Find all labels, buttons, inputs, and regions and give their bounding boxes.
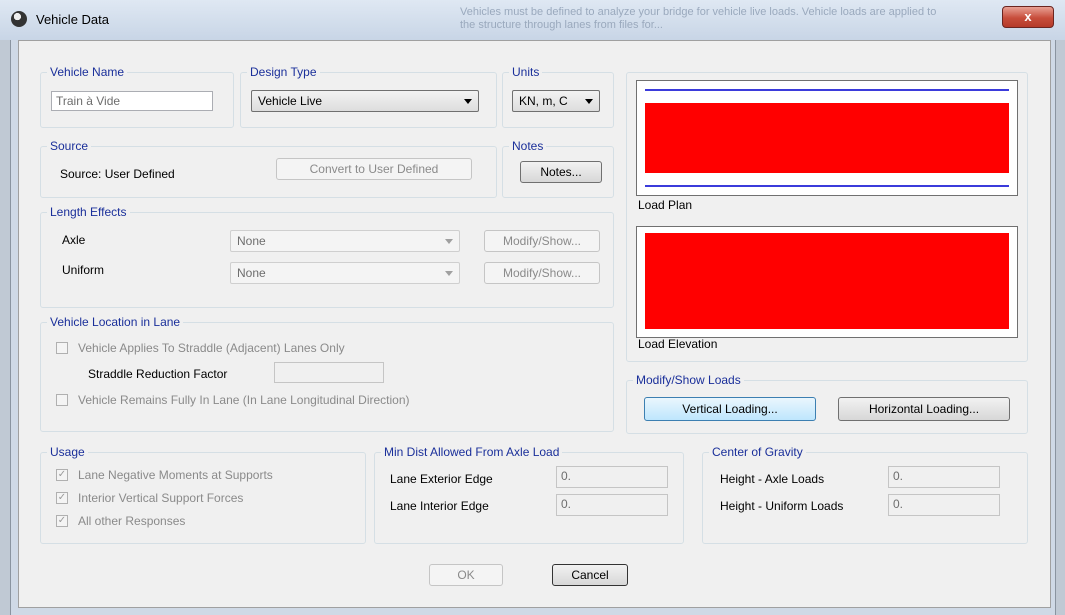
usage-label-1: Lane Negative Moments at Supports <box>78 468 273 482</box>
lane-line-bottom <box>645 185 1009 187</box>
load-plan-label: Load Plan <box>638 198 693 212</box>
close-button[interactable]: x <box>1002 6 1054 28</box>
straddle-checkbox-label: Vehicle Applies To Straddle (Adjacent) L… <box>78 341 345 355</box>
height-axle-loads-input[interactable]: 0. <box>888 466 1000 488</box>
axle-select[interactable]: None <box>230 230 460 252</box>
uniform-value: None <box>237 266 266 280</box>
lane-exterior-edge-label: Lane Exterior Edge <box>390 472 493 486</box>
lane-interior-edge-input[interactable]: 0. <box>556 494 668 516</box>
lane-interior-edge-label: Lane Interior Edge <box>390 499 489 513</box>
chevron-down-icon <box>464 99 472 104</box>
usage-label-2: Interior Vertical Support Forces <box>78 491 244 505</box>
checkmark-icon: ✓ <box>57 469 67 480</box>
units-select[interactable]: KN, m, C <box>512 90 600 112</box>
lane-line-top <box>645 89 1009 91</box>
notes-button[interactable]: Notes... <box>520 161 602 183</box>
units-value: KN, m, C <box>519 94 568 108</box>
min-dist-label: Min Dist Allowed From Axle Load <box>381 445 563 459</box>
window-left-edge <box>0 40 11 615</box>
source-text: Source: User Defined <box>60 167 175 181</box>
source-label: Source <box>47 139 92 153</box>
lane-exterior-edge-input[interactable]: 0. <box>556 466 668 488</box>
fully-in-lane-checkbox-label: Vehicle Remains Fully In Lane (In Lane L… <box>78 393 410 407</box>
uniform-label: Uniform <box>62 263 105 277</box>
checkmark-icon: ✓ <box>57 492 67 503</box>
vertical-loading-button[interactable]: Vertical Loading... <box>644 397 816 421</box>
height-uniform-loads-input[interactable]: 0. <box>888 494 1000 516</box>
ok-button[interactable]: OK <box>429 564 503 586</box>
design-type-value: Vehicle Live <box>258 94 323 108</box>
vehicle-name-label: Vehicle Name <box>47 65 128 79</box>
modify-loads-label: Modify/Show Loads <box>633 373 744 387</box>
window-right-edge <box>1055 40 1065 615</box>
load-plan-preview <box>636 80 1018 196</box>
length-effects-label: Length Effects <box>47 205 130 219</box>
design-type-label: Design Type <box>247 65 320 79</box>
load-elevation-label: Load Elevation <box>638 337 718 351</box>
axle-value: None <box>237 234 266 248</box>
height-axle-loads-label: Height - Axle Loads <box>720 472 825 486</box>
fully-in-lane-checkbox[interactable] <box>56 394 68 406</box>
design-type-select[interactable]: Vehicle Live <box>251 90 479 112</box>
close-icon: x <box>1024 9 1032 24</box>
chevron-down-icon <box>445 271 453 276</box>
usage-label-3: All other Responses <box>78 514 186 528</box>
app-icon <box>11 11 27 27</box>
uniform-modify-button[interactable]: Modify/Show... <box>484 262 600 284</box>
usage-label: Usage <box>47 445 88 459</box>
convert-to-user-defined-button[interactable]: Convert to User Defined <box>276 158 472 180</box>
chevron-down-icon <box>585 99 593 104</box>
axle-label: Axle <box>62 233 86 247</box>
usage-checkbox-2[interactable]: ✓ <box>56 492 68 504</box>
units-label: Units <box>509 65 543 79</box>
vehicle-location-label: Vehicle Location in Lane <box>47 315 184 329</box>
checkmark-icon: ✓ <box>57 515 67 526</box>
straddle-factor-input[interactable] <box>274 362 384 383</box>
length-effects-group: Length Effects <box>40 205 614 308</box>
axle-modify-button[interactable]: Modify/Show... <box>484 230 600 252</box>
load-plan-area <box>645 103 1009 173</box>
load-elevation-preview <box>636 226 1018 338</box>
background-tooltip-text: Vehicles must be defined to analyze your… <box>460 6 937 31</box>
notes-label: Notes <box>509 139 547 153</box>
usage-checkbox-3[interactable]: ✓ <box>56 515 68 527</box>
cancel-button[interactable]: Cancel <box>552 564 628 586</box>
straddle-checkbox[interactable] <box>56 342 68 354</box>
window-title: Vehicle Data <box>36 12 109 27</box>
usage-checkbox-1[interactable]: ✓ <box>56 469 68 481</box>
vehicle-name-input[interactable]: Train à Vide <box>51 91 213 111</box>
uniform-select[interactable]: None <box>230 262 460 284</box>
load-elevation-area <box>645 233 1009 329</box>
straddle-factor-label: Straddle Reduction Factor <box>88 367 228 381</box>
horizontal-loading-button[interactable]: Horizontal Loading... <box>838 397 1010 421</box>
center-of-gravity-label: Center of Gravity <box>709 445 806 459</box>
chevron-down-icon <box>445 239 453 244</box>
height-uniform-loads-label: Height - Uniform Loads <box>720 499 844 513</box>
